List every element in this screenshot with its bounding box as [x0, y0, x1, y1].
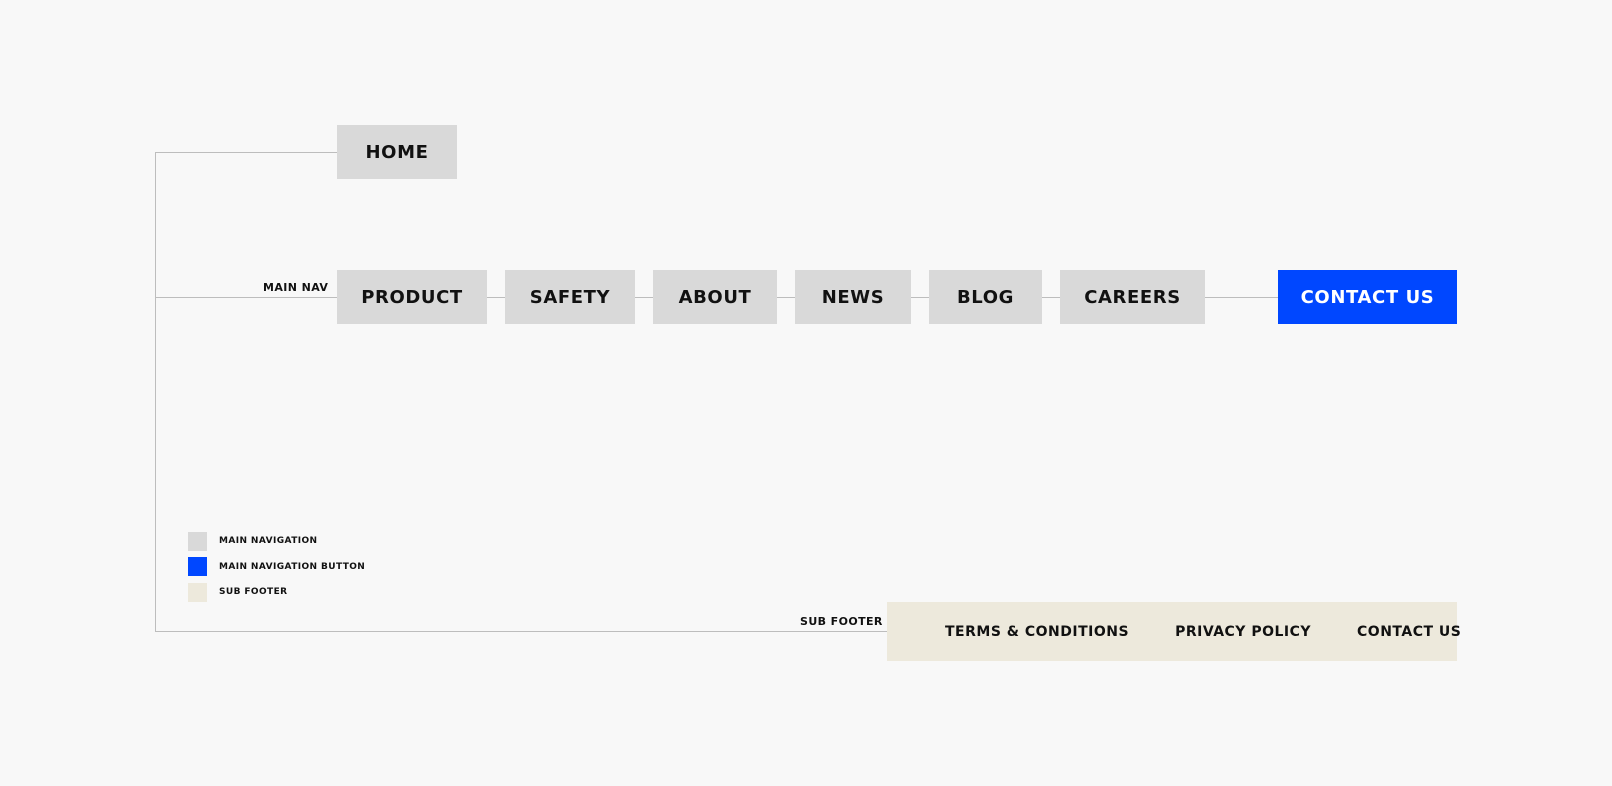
- legend-swatch-main-navigation: [188, 531, 207, 551]
- legend-label: SUB FOOTER: [219, 587, 288, 597]
- nav-item-about[interactable]: ABOUT: [653, 270, 777, 324]
- legend-swatch-main-navigation-button: [188, 557, 207, 576]
- nav-item-safety[interactable]: SAFETY: [505, 270, 635, 324]
- nav-item-blog[interactable]: BLOG: [929, 270, 1042, 324]
- legend-item-main-navigation-button: MAIN NAVIGATION BUTTON: [188, 557, 365, 577]
- contact-us-button[interactable]: CONTACT US: [1278, 270, 1457, 324]
- sub-footer-bar: TERMS & CONDITIONS PRIVACY POLICY CONTAC…: [887, 602, 1461, 661]
- sub-footer-link-privacy[interactable]: PRIVACY POLICY: [1175, 624, 1311, 640]
- legend-item-main-navigation: MAIN NAVIGATION: [188, 531, 365, 551]
- nav-item-product[interactable]: PRODUCT: [337, 270, 487, 324]
- sub-footer-link-terms[interactable]: TERMS & CONDITIONS: [945, 624, 1129, 640]
- home-box[interactable]: HOME: [337, 125, 457, 179]
- nav-item-label: SAFETY: [529, 286, 611, 308]
- nav-item-label: PRODUCT: [361, 286, 463, 308]
- nav-item-news[interactable]: NEWS: [795, 270, 911, 324]
- nav-item-label: BLOG: [956, 286, 1015, 308]
- connector-lines: [155, 152, 1278, 632]
- sub-footer-link-contact[interactable]: CONTACT US: [1357, 624, 1461, 640]
- legend-item-sub-footer: SUB FOOTER: [188, 582, 365, 602]
- contact-us-button-label: CONTACT US: [1300, 286, 1435, 308]
- main-nav-label: MAIN NAV: [263, 281, 329, 294]
- home-label: HOME: [365, 141, 429, 163]
- legend-label: MAIN NAVIGATION: [219, 536, 318, 546]
- nav-item-label: NEWS: [821, 286, 885, 308]
- legend-label: MAIN NAVIGATION BUTTON: [219, 561, 366, 572]
- nav-item-careers[interactable]: CAREERS: [1060, 270, 1205, 324]
- legend-swatch-sub-footer: [188, 582, 207, 602]
- nav-item-label: ABOUT: [678, 286, 752, 308]
- sub-footer-label: SUB FOOTER: [800, 615, 883, 628]
- nav-item-label: CAREERS: [1084, 286, 1181, 308]
- legend: MAIN NAVIGATION MAIN NAVIGATION BUTTON S…: [188, 531, 365, 608]
